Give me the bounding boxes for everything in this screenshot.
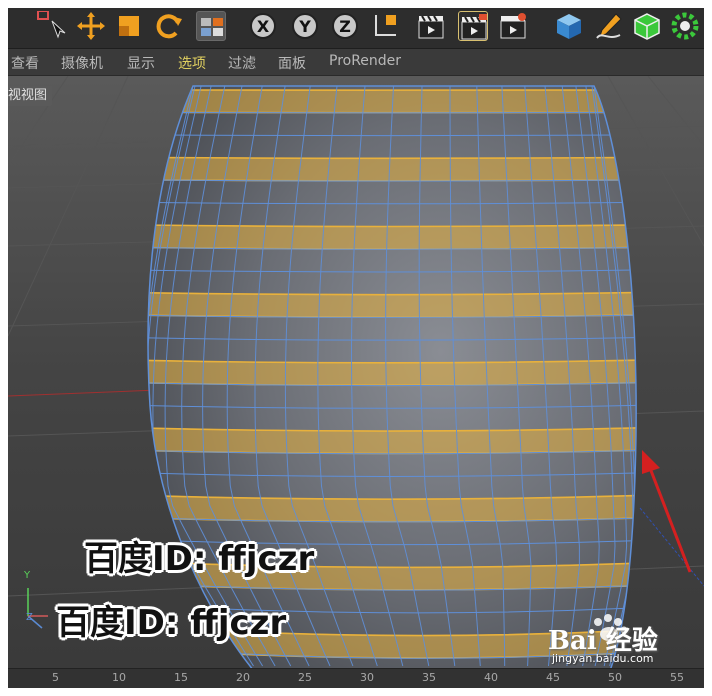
subdivision-icon [634, 13, 660, 40]
cinema4d-window: X Y Z 查看 摄像机 显示 选项 过滤 面板 ProRender 视视图 5… [8, 8, 704, 688]
coordinate-system-icon [375, 15, 396, 36]
main-toolbar: X Y Z [8, 8, 704, 49]
ruler-tick: 45 [546, 671, 560, 684]
axis-y-label: Y [24, 570, 31, 581]
ruler-tick: 10 [112, 671, 126, 684]
scale-box-icon [119, 16, 139, 36]
recent-tools-button[interactable] [196, 11, 226, 41]
render-view-button[interactable] [416, 11, 446, 41]
pen-icon [596, 13, 622, 39]
menu-camera[interactable]: 摄像机 [61, 53, 103, 73]
watermark-line-1: 百度ID: ffjczr [84, 539, 315, 579]
render-picture-viewer-button[interactable] [458, 11, 488, 41]
pen-spline-button[interactable] [594, 11, 624, 41]
viewport-menubar: 查看 摄像机 显示 选项 过滤 面板 ProRender [8, 49, 704, 76]
cube-object-button[interactable] [554, 11, 584, 41]
y-axis-label: Y [298, 17, 311, 36]
sphere-object[interactable] [123, 85, 656, 668]
ruler-tick: 20 [236, 671, 250, 684]
rotate-tool-button[interactable] [154, 11, 184, 41]
x-axis-label: X [257, 17, 270, 36]
menu-panel[interactable]: 面板 [278, 53, 306, 73]
select-tool-button[interactable] [36, 11, 66, 41]
ruler-tick: 50 [608, 671, 622, 684]
z-axis-lock-button[interactable]: Z [330, 11, 360, 41]
x-axis-icon: X [250, 13, 276, 39]
z-axis-label: Z [339, 17, 351, 36]
subdivision-button[interactable] [632, 11, 662, 41]
menu-view[interactable]: 查看 [11, 53, 39, 73]
move-tool-button[interactable] [76, 11, 106, 41]
baidu-jingyan-url: jingyan.baidu.com [552, 652, 654, 665]
select-arrow-icon [37, 11, 66, 39]
ruler-tick: 35 [422, 671, 436, 684]
cube-icon [557, 14, 581, 39]
menu-display[interactable]: 显示 [127, 53, 155, 73]
coordinate-system-button[interactable] [370, 11, 400, 41]
menu-filter[interactable]: 过滤 [228, 53, 256, 73]
y-axis-icon: Y [292, 13, 318, 39]
viewport-label: 视视图 [8, 86, 53, 106]
watermark-line-2: 百度ID: ffjczr [56, 603, 287, 643]
ruler-tick: 15 [174, 671, 188, 684]
ruler-tick: 30 [360, 671, 374, 684]
x-axis-lock-button[interactable]: X [248, 11, 278, 41]
move-cross-icon [77, 12, 105, 40]
clapper-gear-icon [500, 13, 526, 39]
clapper-icon [461, 14, 487, 40]
edit-render-settings-button[interactable] [498, 11, 528, 41]
menu-prorender[interactable]: ProRender [329, 53, 401, 69]
scale-tool-button[interactable] [114, 11, 144, 41]
ruler-tick: 40 [484, 671, 498, 684]
axis-z-label: Z [26, 612, 33, 623]
z-axis-icon: Z [332, 13, 358, 39]
recent-tools-icon [201, 18, 223, 36]
ruler-tick: 25 [298, 671, 312, 684]
y-axis-lock-button[interactable]: Y [290, 11, 320, 41]
timeline-ruler[interactable]: 5 10 15 20 25 30 35 40 45 50 55 [8, 668, 704, 688]
menu-options[interactable]: 选项 [178, 53, 206, 73]
rotate-icon [156, 14, 182, 39]
ruler-tick: 5 [52, 671, 59, 684]
array-gear-icon [671, 12, 699, 40]
clapper-icon [418, 15, 444, 39]
ruler-tick: 55 [670, 671, 684, 684]
array-button[interactable] [670, 11, 700, 41]
